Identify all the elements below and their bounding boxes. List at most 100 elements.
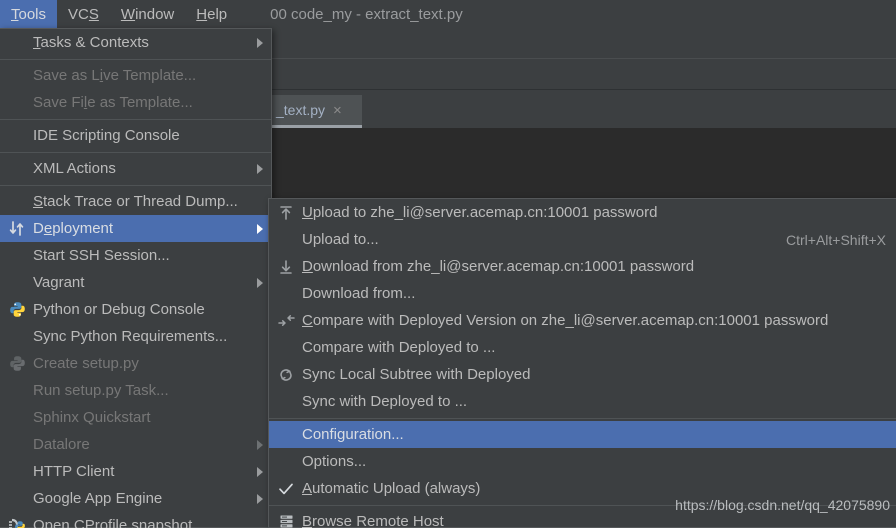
tools-menu-item-deployment[interactable]: Deployment (0, 215, 271, 242)
deployment-menu-item-label: Upload to... (302, 231, 379, 248)
chevron-right-icon (257, 163, 263, 174)
chevron-right-icon (257, 37, 263, 48)
chevron-right-icon (257, 277, 263, 288)
deployment-menu-item-label: Download from... (302, 285, 416, 302)
menu-separator (0, 152, 271, 153)
watermark-url: https://blog.csdn.net/qq_42075890 (675, 497, 890, 513)
chevron-right-icon (257, 223, 263, 234)
editor-tab-extract-text[interactable]: _text.py × (270, 95, 362, 125)
tools-menu-item-google-app-engine[interactable]: Google App Engine (0, 485, 271, 512)
menubar-item-label: VCS (68, 5, 99, 23)
tools-menu-item-label: Save as Live Template... (33, 67, 197, 84)
menubar-item-tools[interactable]: Tools (0, 0, 58, 28)
tools-menu-item-sphinx-quickstart: Sphinx Quickstart (0, 404, 271, 431)
chevron-right-icon (257, 466, 263, 477)
chevron-right-icon (257, 493, 263, 504)
tools-menu-item-open-cprofile-snapshot[interactable]: Open CProfile snapshot (0, 512, 271, 528)
tools-menu-item-label: Sync Python Requirements... (33, 328, 228, 345)
tools-menu-item-label: Google App Engine (33, 490, 163, 507)
window-title: 00 code_my - extract_text.py (270, 5, 463, 23)
tools-menu-item-label: Open CProfile snapshot (33, 517, 193, 528)
tools-menu-item-save-file-as-template: Save File as Template... (0, 89, 271, 116)
tools-menu-item-sync-python-requirements[interactable]: Sync Python Requirements... (0, 323, 271, 350)
python-icon (8, 301, 26, 319)
compare-icon (277, 312, 295, 330)
deployment-menu-item-options[interactable]: Options... (269, 448, 896, 475)
tools-menu-item-ide-scripting-console[interactable]: IDE Scripting Console (0, 122, 271, 149)
menu-separator (0, 185, 271, 186)
tools-menu-item-http-client[interactable]: HTTP Client (0, 458, 271, 485)
tools-menu-item-label: Sphinx Quickstart (33, 409, 151, 426)
tools-menu-item-label: Deployment (33, 220, 114, 237)
deployment-menu-item-upload-to-zhe-li-server-acemap-cn-10001-pa[interactable]: Upload to zhe_li@server.acemap.cn:10001 … (269, 199, 896, 226)
tools-menu-item-start-ssh-session[interactable]: Start SSH Session... (0, 242, 271, 269)
tools-menu-item-label: HTTP Client (33, 463, 115, 480)
deployment-menu-item-label: Configuration... (302, 426, 404, 443)
deployment-menu-item-label: Download from zhe_li@server.acemap.cn:10… (302, 258, 695, 275)
editor-tab-underline (270, 125, 362, 128)
menu-bar-items: Tools VCS Window Help (0, 0, 238, 28)
remote-host-icon (277, 513, 295, 528)
sync-icon (277, 366, 295, 384)
tools-menu-item-save-as-live-template: Save as Live Template... (0, 62, 271, 89)
tools-menu-item-label: IDE Scripting Console (33, 127, 180, 144)
menu-separator (0, 119, 271, 120)
menubar-item-label: Window (120, 5, 175, 23)
close-icon[interactable]: × (333, 103, 342, 118)
tools-menu-item-vagrant[interactable]: Vagrant (0, 269, 271, 296)
menubar-item-label: Help (196, 5, 228, 23)
menu-separator (0, 59, 271, 60)
check-icon (277, 480, 295, 498)
upload-icon (277, 204, 295, 222)
tools-menu-item-stack-trace-or-thread-dump[interactable]: Stack Trace or Thread Dump... (0, 188, 271, 215)
menu-item-shortcut: Ctrl+Alt+Shift+X (786, 231, 886, 248)
python-setup-icon-disabled (8, 355, 26, 373)
download-icon (277, 258, 295, 276)
tools-menu-item-label: XML Actions (33, 160, 116, 177)
deployment-menu-item-label: Sync with Deployed to ... (302, 393, 468, 410)
tools-menu: Tasks & Contexts Save as Live Template...… (0, 28, 272, 528)
tools-menu-item-run-setup-py-task: Run setup.py Task... (0, 377, 271, 404)
tools-menu-item-label: Tasks & Contexts (33, 34, 149, 51)
tools-menu-item-label: Vagrant (33, 274, 85, 291)
tools-menu-item-label: Start SSH Session... (33, 247, 170, 264)
tools-menu-item-tasks-contexts[interactable]: Tasks & Contexts (0, 29, 271, 56)
deployment-menu-item-label: Browse Remote Host (302, 513, 444, 528)
deployment-menu-item-sync-with-deployed-to[interactable]: Sync with Deployed to ... (269, 388, 896, 415)
deployment-menu-item-compare-with-deployed-version-on-zhe-li-se[interactable]: Compare with Deployed Version on zhe_li@… (269, 307, 896, 334)
deployment-menu-item-label: Automatic Upload (always) (302, 480, 481, 497)
tools-menu-item-label: Save File as Template... (33, 94, 193, 111)
deployment-menu-item-label: Sync Local Subtree with Deployed (302, 366, 531, 383)
menu-separator (269, 418, 896, 419)
tools-menu-item-xml-actions[interactable]: XML Actions (0, 155, 271, 182)
deployment-menu-item-label: Compare with Deployed Version on zhe_li@… (302, 312, 829, 329)
tools-menu-item-label: Python or Debug Console (33, 301, 205, 318)
deployment-menu-item-label: Options... (302, 453, 367, 470)
deployment-menu-item-configuration[interactable]: Configuration... (269, 421, 896, 448)
tools-menu-item-create-setup-py: Create setup.py (0, 350, 271, 377)
deployment-menu-item-download-from-zhe-li-server-acemap-cn-1000[interactable]: Download from zhe_li@server.acemap.cn:10… (269, 253, 896, 280)
deployment-menu-item-download-from[interactable]: Download from... (269, 280, 896, 307)
deployment-menu-item-upload-to[interactable]: Upload to... Ctrl+Alt+Shift+X (269, 226, 896, 253)
chevron-right-icon (257, 439, 263, 450)
tools-menu-item-label: Run setup.py Task... (33, 382, 169, 399)
menubar-item-label: Tools (11, 5, 47, 23)
deployment-menu-item-sync-local-subtree-with-deployed[interactable]: Sync Local Subtree with Deployed (269, 361, 896, 388)
tools-menu-item-label: Create setup.py (33, 355, 139, 372)
tools-menu-item-label: Stack Trace or Thread Dump... (33, 193, 238, 210)
menubar-item-help[interactable]: Help (185, 0, 238, 28)
deployment-submenu: Upload to zhe_li@server.acemap.cn:10001 … (268, 198, 896, 528)
menu-bar: Tools VCS Window Help 00 code_my - extract_… (0, 0, 896, 28)
cprofile-icon (8, 517, 26, 528)
tools-menu-item-python-or-debug-console[interactable]: Python or Debug Console (0, 296, 271, 323)
ide-window: _text.py × Tools VCS Window Help 00 code_my… (0, 0, 896, 528)
deployment-menu-item-compare-with-deployed-to[interactable]: Compare with Deployed to ... (269, 334, 896, 361)
deployment-icon (8, 220, 26, 238)
menubar-item-window[interactable]: Window (110, 0, 185, 28)
deployment-menu-item-label: Upload to zhe_li@server.acemap.cn:10001 … (302, 204, 658, 221)
tools-menu-item-label: Datalore (33, 436, 90, 453)
menubar-item-vcs[interactable]: VCS (57, 0, 110, 28)
deployment-menu-item-label: Compare with Deployed to ... (302, 339, 496, 356)
tools-menu-item-datalore: Datalore (0, 431, 271, 458)
editor-tab-label: _text.py (276, 102, 326, 118)
